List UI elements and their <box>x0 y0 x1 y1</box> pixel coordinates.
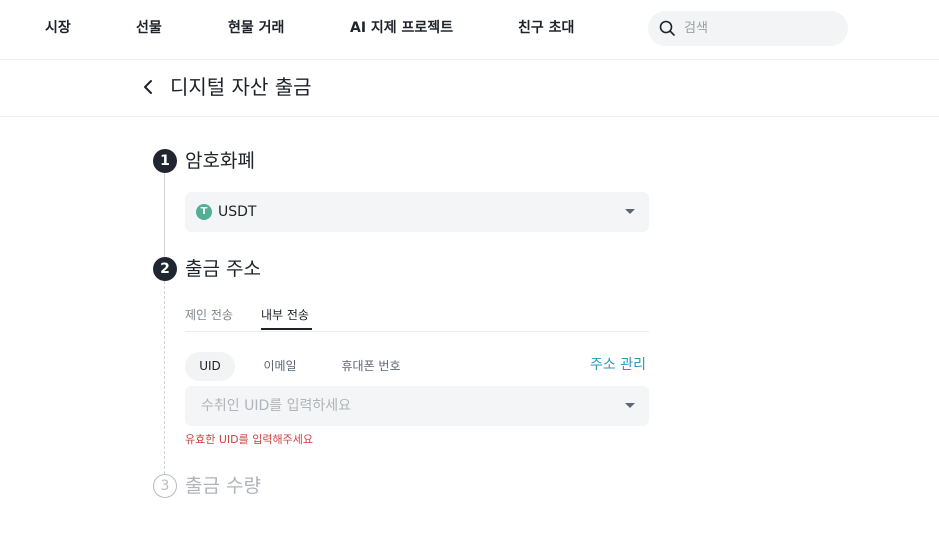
nav-item-spot[interactable]: 현물 거래 <box>228 19 284 37</box>
back-button[interactable] <box>139 77 159 97</box>
active-tab-indicator <box>261 328 312 330</box>
nav-item-invite[interactable]: 친구 초대 <box>518 19 574 37</box>
search-input[interactable] <box>684 17 834 39</box>
uid-error-message: 유효한 UID를 입력해주세요 <box>185 433 313 446</box>
step-connector-dashed <box>164 281 165 474</box>
nav-item-market[interactable]: 시장 <box>45 19 71 37</box>
step-connector-line <box>164 173 165 257</box>
address-management-link[interactable]: 주소 관리 <box>590 356 646 374</box>
step-2-title: 출금 주소 <box>185 258 261 280</box>
page-header: 디지털 자산 출금 <box>0 60 939 117</box>
chevron-left-icon <box>144 80 152 94</box>
step-1-badge: 1 <box>153 149 177 173</box>
method-uid[interactable]: UID <box>185 352 235 381</box>
coin-select-value: USDT <box>218 204 257 220</box>
search-box[interactable] <box>648 11 848 46</box>
coin-select[interactable]: T USDT <box>185 192 649 232</box>
step-1-title: 암호화폐 <box>185 150 255 172</box>
page-title: 디지털 자산 출금 <box>170 75 312 99</box>
step-3-title: 출금 수량 <box>185 475 261 497</box>
caret-down-icon[interactable] <box>625 403 635 408</box>
recipient-uid-input[interactable] <box>201 395 611 417</box>
step-3-badge: 3 <box>153 474 177 498</box>
top-navigation: 시장 선물 현물 거래 AI 지제 프로젝트 친구 초대 <box>0 0 939 60</box>
method-phone[interactable]: 휴대폰 번호 <box>333 352 409 381</box>
step-2-badge: 2 <box>153 257 177 281</box>
uid-input-box[interactable] <box>185 386 649 426</box>
usdt-coin-icon: T <box>196 204 212 220</box>
tab-onchain-transfer[interactable]: 제인 전송 <box>185 307 233 323</box>
caret-down-icon <box>625 209 635 214</box>
tab-internal-transfer[interactable]: 내부 전송 <box>261 307 309 323</box>
method-email[interactable]: 이메일 <box>255 352 305 381</box>
nav-item-futures[interactable]: 선물 <box>136 19 162 37</box>
tabs-divider <box>185 331 649 332</box>
nav-item-ai-project[interactable]: AI 지제 프로젝트 <box>350 19 453 37</box>
search-icon <box>659 20 675 36</box>
